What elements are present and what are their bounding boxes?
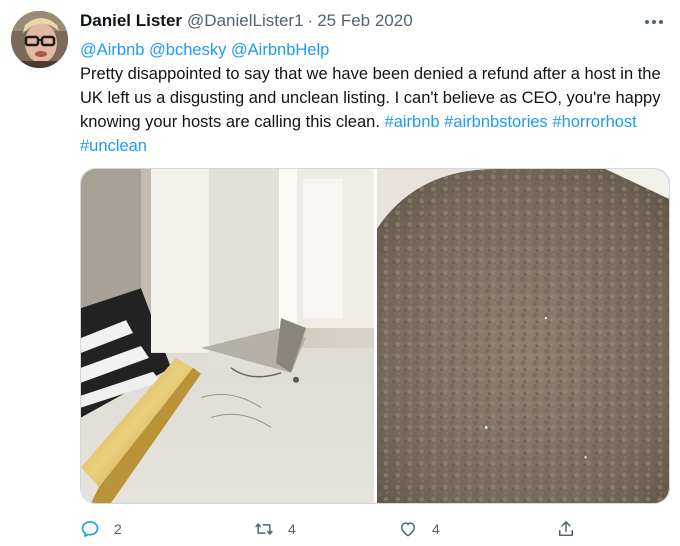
separator-dot: · [307, 11, 314, 30]
tweet-text: @Airbnb @bchesky @AirbnbHelp Pretty disa… [80, 38, 668, 158]
user-handle[interactable]: @DanielLister1 [187, 11, 303, 31]
photo-carpet[interactable] [377, 169, 669, 503]
retweet-count: 4 [288, 521, 296, 537]
hashtag-airbnb[interactable]: #airbnb [385, 113, 440, 131]
reply-button[interactable]: 2 [80, 514, 122, 544]
mention-airbnbhelp[interactable]: @AirbnbHelp [231, 41, 329, 59]
tweet-header: Daniel Lister @DanielLister1 · 25 Feb 20… [80, 11, 413, 35]
mention-line: @Airbnb @bchesky @AirbnbHelp [80, 38, 668, 62]
reply-count: 2 [114, 521, 122, 537]
mention-bchesky[interactable]: @bchesky [149, 41, 226, 59]
photo-doorframe[interactable] [81, 169, 374, 503]
avatar[interactable] [11, 11, 68, 68]
media-grid [80, 168, 670, 504]
retweet-button[interactable]: 4 [254, 514, 296, 544]
hashtag-unclean[interactable]: #unclean [80, 137, 147, 155]
like-count: 4 [432, 521, 440, 537]
tweet-date[interactable]: 25 Feb 2020 [317, 11, 412, 31]
mention-airbnb[interactable]: @Airbnb [80, 41, 144, 59]
display-name[interactable]: Daniel Lister [80, 11, 182, 31]
retweet-icon [255, 523, 273, 535]
heart-icon [401, 522, 415, 537]
reply-icon [81, 521, 99, 537]
tweet-actions: 2 4 4 [80, 514, 580, 544]
like-button[interactable]: 4 [398, 514, 440, 544]
share-button[interactable] [556, 514, 576, 544]
hashtag-airbnbstories[interactable]: #airbnbstories [444, 113, 548, 131]
share-icon [559, 521, 573, 536]
hashtag-horrorhost[interactable]: #horrorhost [552, 113, 636, 131]
more-icon[interactable] [642, 12, 666, 32]
